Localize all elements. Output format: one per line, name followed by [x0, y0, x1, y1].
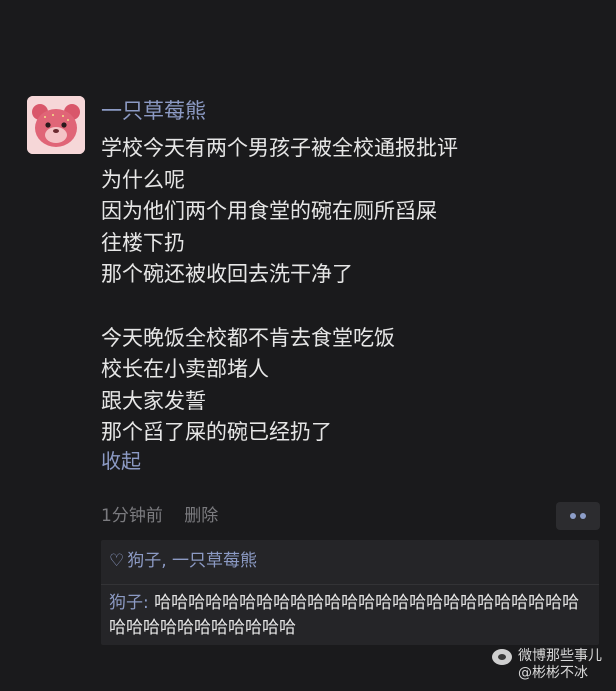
interaction-box: ♡ 狗子, 一只草莓熊 狗子: 哈哈哈哈哈哈哈哈哈哈哈哈哈哈哈哈哈哈哈哈哈哈哈哈哈… [101, 540, 599, 645]
divider [101, 584, 599, 585]
watermark: 微博那些事儿 @彬彬不冰 [492, 648, 602, 682]
post-line-blank [101, 291, 458, 323]
post-line: 学校今天有两个男孩子被全校通报批评 [101, 136, 458, 160]
post-time: 1分钟前 [101, 506, 163, 526]
watermark-line2: @彬彬不冰 [518, 665, 588, 681]
comment-text: 哈哈哈哈哈哈哈哈哈哈哈哈哈哈哈哈哈哈哈哈哈哈哈哈哈哈哈哈哈哈哈哈哈哈哈哈 [109, 593, 580, 638]
watermark-line1: 微博那些事儿 [518, 648, 602, 664]
post-line: 因为他们两个用食堂的碗在厕所舀屎 [101, 199, 437, 224]
post-content: 学校今天有两个男孩子被全校通报批评 为什么呢 因为他们两个用食堂的碗在厕所舀屎 … [101, 133, 458, 449]
heart-outline-icon: ♡ [109, 551, 125, 571]
dot-icon [580, 513, 586, 519]
post-line: 往楼下扔 [101, 230, 185, 255]
avatar[interactable] [27, 96, 85, 154]
wechat-icon [492, 648, 512, 665]
likes-row: ♡ 狗子, 一只草莓熊 [109, 549, 257, 573]
strawberry-bear-avatar-icon [27, 96, 85, 154]
likes-names[interactable]: 狗子, 一只草莓熊 [127, 551, 257, 571]
post-line: 跟大家发誓 [101, 388, 206, 413]
delete-link[interactable]: 删除 [184, 506, 218, 526]
comment[interactable]: 狗子: 哈哈哈哈哈哈哈哈哈哈哈哈哈哈哈哈哈哈哈哈哈哈哈哈哈哈哈哈哈哈哈哈哈哈哈哈 [109, 591, 595, 641]
author-name[interactable]: 一只草莓熊 [101, 98, 206, 124]
post-line: 那个舀了屎的碗已经扔了 [101, 420, 332, 445]
post-line: 校长在小卖部堵人 [101, 357, 269, 382]
post-line: 那个碗还被收回去洗干净了 [101, 262, 353, 287]
dot-icon [570, 513, 576, 519]
post-line: 今天晚饭全校都不肯去食堂吃饭 [101, 325, 395, 350]
collapse-link[interactable]: 收起 [101, 448, 141, 474]
comment-author[interactable]: 狗子: [109, 593, 149, 613]
more-actions-button[interactable] [556, 502, 600, 530]
post-line: 为什么呢 [101, 167, 185, 192]
post-meta: 1分钟前 删除 [101, 505, 234, 527]
